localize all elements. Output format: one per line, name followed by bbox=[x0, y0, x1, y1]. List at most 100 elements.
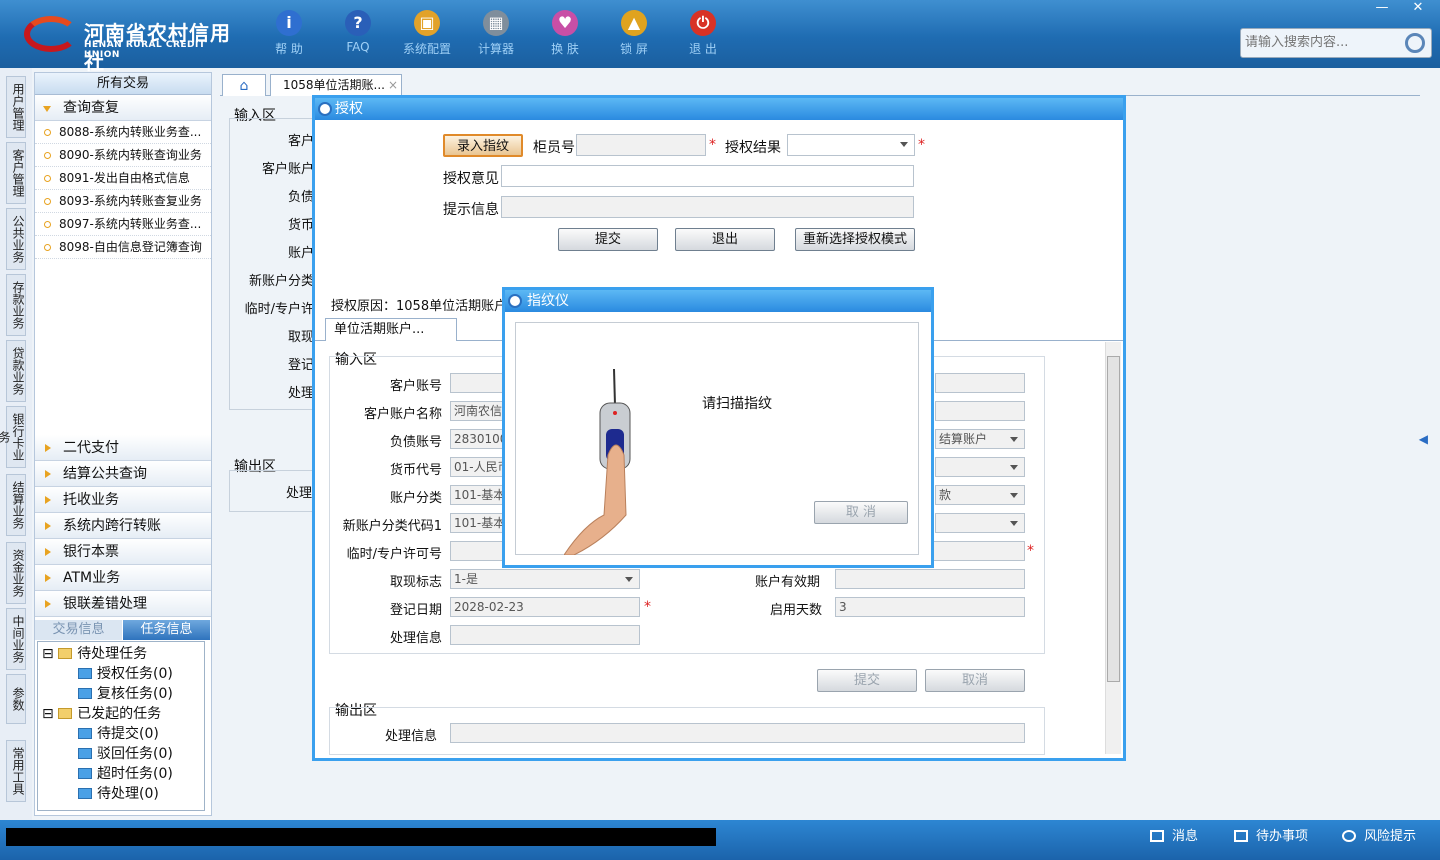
tree-label: 授权任务(0) bbox=[97, 666, 173, 682]
form-submit-button[interactable]: 提交 bbox=[817, 669, 917, 692]
form-right-field[interactable] bbox=[935, 373, 1025, 393]
form-right-field[interactable] bbox=[935, 401, 1025, 421]
risk-button[interactable]: 风险提示 bbox=[1342, 828, 1416, 846]
vtab-4[interactable]: 贷款业务 bbox=[6, 340, 26, 402]
checkbox-icon bbox=[1234, 830, 1248, 842]
tree-leaf[interactable]: 待提交(0) bbox=[78, 724, 159, 744]
tree-folder[interactable]: ⊟ 已发起的任务 bbox=[42, 704, 161, 724]
enter-fingerprint-button[interactable]: 录入指纹 bbox=[443, 134, 523, 157]
form-right-select[interactable] bbox=[935, 513, 1025, 533]
required-mark: * bbox=[918, 137, 925, 153]
toolbar-skin-button[interactable]: ♥ 换 肤 bbox=[532, 8, 598, 64]
search-icon[interactable] bbox=[1405, 33, 1425, 53]
teller-label: 柜员号 bbox=[533, 140, 575, 156]
form-right-select[interactable] bbox=[935, 457, 1025, 477]
nav-group[interactable]: 托收业务 bbox=[35, 487, 211, 513]
tree-label: 已发起的任务 bbox=[77, 706, 162, 722]
vtab-1[interactable]: 客户管理 bbox=[6, 142, 26, 204]
tab-1058[interactable]: 1058单位活期账... × bbox=[270, 74, 402, 96]
scrollbar[interactable] bbox=[1105, 342, 1121, 754]
collapse-arrow-icon[interactable]: ◀ bbox=[1419, 432, 1428, 446]
power-icon: ⏻ bbox=[690, 10, 716, 36]
form-field[interactable]: 1-是 bbox=[450, 569, 640, 589]
fp-cancel-button[interactable]: 取 消 bbox=[814, 501, 908, 524]
auth-result-select[interactable] bbox=[787, 134, 915, 156]
nav-group[interactable]: 银行本票 bbox=[35, 539, 211, 565]
messages-button[interactable]: 消息 bbox=[1150, 828, 1198, 846]
nav-item[interactable]: 8093-系统内转账查复业务 bbox=[35, 190, 211, 213]
auth-title: 授权 bbox=[335, 101, 363, 117]
nav-item[interactable]: 8090-系统内转账查询业务 bbox=[35, 144, 211, 167]
collapse-icon[interactable]: ⊟ bbox=[42, 646, 58, 662]
vtab-8[interactable]: 中间业务 bbox=[6, 608, 26, 670]
toolbar-info-button[interactable]: i 帮 助 bbox=[256, 8, 322, 64]
toolbar-calculator-button[interactable]: ▦ 计算器 bbox=[463, 8, 529, 64]
tree-leaf[interactable]: 授权任务(0) bbox=[78, 664, 173, 684]
auth-exit-button[interactable]: 退出 bbox=[675, 228, 775, 251]
bg-field-label: 处理 bbox=[287, 386, 314, 401]
todo-button[interactable]: 待办事项 bbox=[1234, 828, 1308, 846]
form-cancel-button[interactable]: 取消 bbox=[925, 669, 1025, 692]
nav-item[interactable]: 8091-发出自由格式信息 bbox=[35, 167, 211, 190]
auth-opinion-input[interactable] bbox=[501, 165, 914, 187]
teller-input[interactable] bbox=[576, 134, 706, 156]
top-bar: 河南省农村信用社 HENAN RURAL CREDIT UNION i 帮 助? F… bbox=[0, 0, 1440, 74]
nav-group[interactable]: 结算公共查询 bbox=[35, 461, 211, 487]
days-input[interactable]: 3 bbox=[835, 597, 1025, 617]
toolbar-help-button[interactable]: ? FAQ bbox=[325, 8, 391, 64]
tree-folder[interactable]: ⊟ 待处理任务 bbox=[42, 644, 147, 664]
vertical-menu: 用户管理客户管理公共业务存款业务贷款业务银行卡业务结算业务资金业务中间业务参数常… bbox=[0, 68, 32, 820]
vtab-2[interactable]: 公共业务 bbox=[6, 208, 26, 270]
vtab-9[interactable]: 参数 bbox=[6, 674, 26, 724]
tree-leaf[interactable]: 超时任务(0) bbox=[78, 764, 173, 784]
vtab-10[interactable]: 常用工具 bbox=[6, 740, 26, 802]
home-tab[interactable]: ⌂ bbox=[222, 74, 266, 96]
toolbar-power-button[interactable]: ⏻ 退 出 bbox=[670, 8, 736, 64]
minimize-button[interactable]: — bbox=[1364, 0, 1400, 15]
nav-group[interactable]: 银联差错处理 bbox=[35, 591, 211, 617]
nav-group[interactable]: 系统内跨行转账 bbox=[35, 513, 211, 539]
tree-leaf[interactable]: 待处理(0) bbox=[78, 784, 159, 804]
group-query[interactable]: 查询查复 bbox=[35, 95, 211, 121]
message-bar bbox=[6, 828, 716, 846]
scrollbar-thumb[interactable] bbox=[1107, 356, 1120, 682]
form-field[interactable]: 2028-02-23 bbox=[450, 597, 640, 617]
info-icon: i bbox=[276, 10, 302, 36]
nav-group[interactable]: ATM业务 bbox=[35, 565, 211, 591]
vtab-7[interactable]: 资金业务 bbox=[6, 542, 26, 604]
form-field[interactable] bbox=[450, 625, 640, 645]
dialog-icon bbox=[318, 102, 332, 116]
tab-transaction-info[interactable]: 交易信息 bbox=[35, 620, 123, 640]
tree-leaf[interactable]: 复核任务(0) bbox=[78, 684, 173, 704]
form-right-select[interactable]: 结算账户 bbox=[935, 429, 1025, 449]
tab-task-info[interactable]: 任务信息 bbox=[123, 620, 211, 640]
search-input[interactable] bbox=[1245, 35, 1405, 50]
window-controls: — ✕ bbox=[1364, 0, 1440, 18]
tree-leaf[interactable]: 驳回任务(0) bbox=[78, 744, 173, 764]
acct-valid-input[interactable] bbox=[835, 569, 1025, 589]
reselect-mode-button[interactable]: 重新选择授权模式 bbox=[795, 228, 915, 251]
auth-submit-button[interactable]: 提交 bbox=[558, 228, 658, 251]
nav-group[interactable]: 二代支付 bbox=[35, 435, 211, 461]
nav-item[interactable]: 8097-系统内转账业务查... bbox=[35, 213, 211, 236]
toolbar-config-button[interactable]: ▣ 系统配置 bbox=[394, 8, 460, 64]
form-label: 账户分类 bbox=[389, 491, 442, 506]
vtab-3[interactable]: 存款业务 bbox=[6, 274, 26, 336]
messages-label: 消息 bbox=[1172, 829, 1199, 844]
nav-item[interactable]: 8088-系统内转账业务查... bbox=[35, 121, 211, 144]
hint-label: 提示信息 bbox=[443, 202, 499, 218]
vtab-5[interactable]: 银行卡业务 bbox=[0, 406, 26, 468]
toolbar-lock-button[interactable]: ▲ 锁 屏 bbox=[601, 8, 667, 64]
bg-field-label: 账户 bbox=[287, 246, 314, 261]
collapse-icon[interactable]: ⊟ bbox=[42, 706, 58, 722]
tab-close-icon[interactable]: × bbox=[388, 78, 398, 92]
form-right-select[interactable]: 款 bbox=[935, 485, 1025, 505]
auth-opinion-label: 授权意见 bbox=[443, 171, 499, 187]
vtab-6[interactable]: 结算业务 bbox=[6, 474, 26, 536]
required-mark: * bbox=[709, 137, 716, 153]
close-button[interactable]: ✕ bbox=[1400, 0, 1436, 15]
tab-account-sub[interactable]: 单位活期账户... bbox=[325, 318, 457, 341]
acct-valid-label: 账户有效期 bbox=[755, 575, 821, 590]
nav-item[interactable]: 8098-自由信息登记簿查询 bbox=[35, 236, 211, 259]
vtab-0[interactable]: 用户管理 bbox=[6, 76, 26, 138]
